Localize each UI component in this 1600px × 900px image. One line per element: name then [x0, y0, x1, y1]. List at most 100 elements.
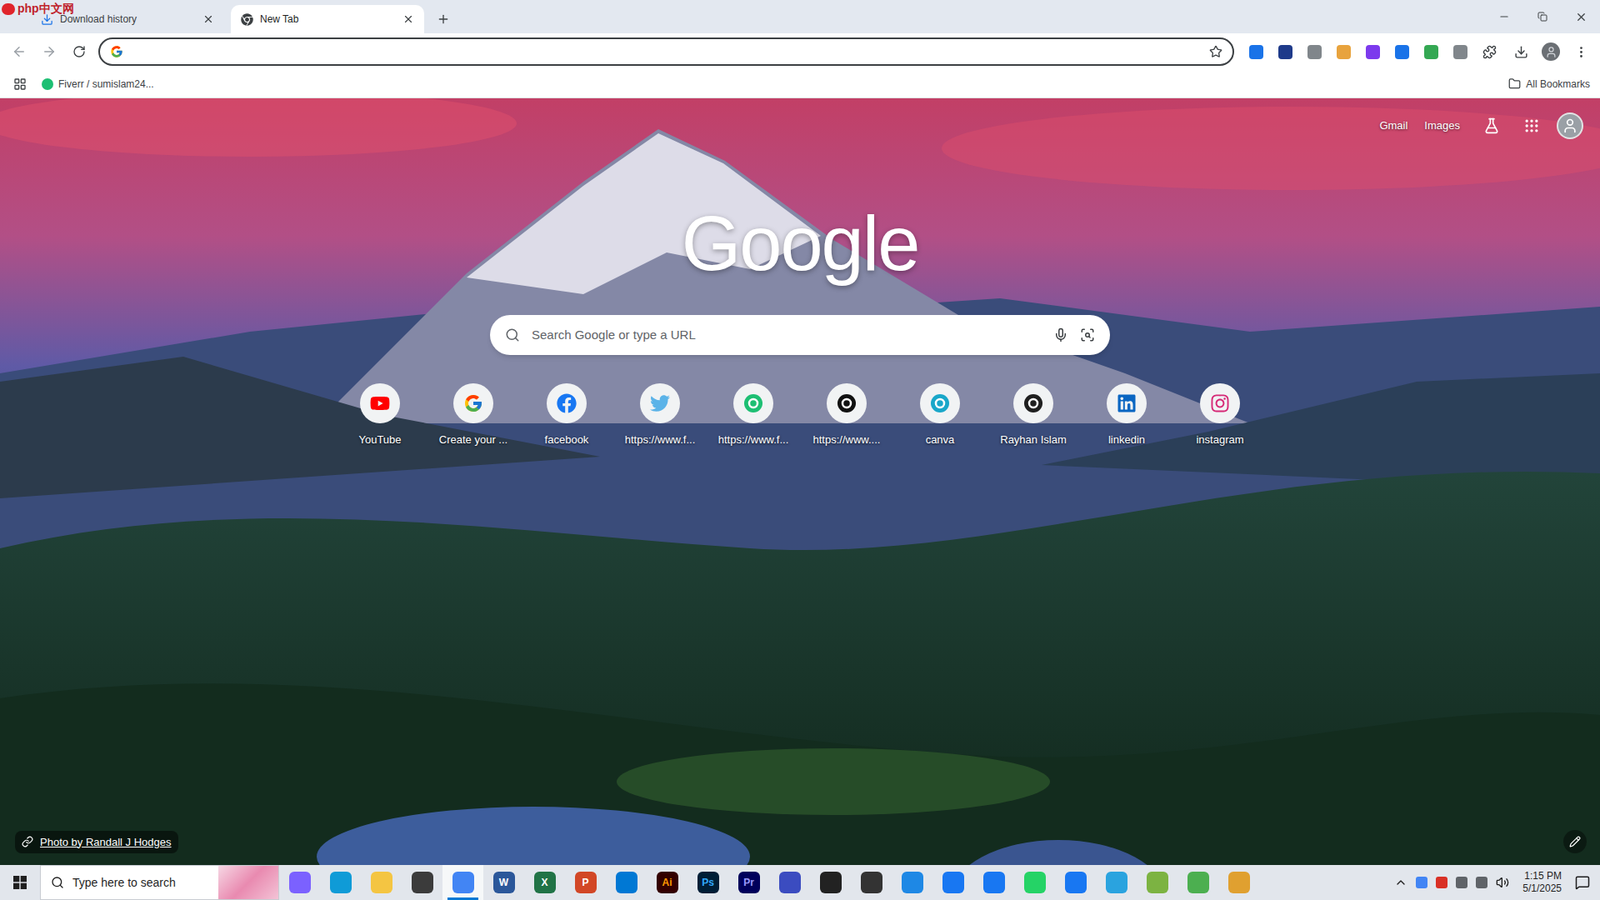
lens-icon[interactable]: [1080, 327, 1095, 343]
taskbar-app[interactable]: [605, 865, 647, 900]
restore-button[interactable]: [1523, 0, 1562, 34]
taskbar-app[interactable]: [401, 865, 443, 900]
running-indicator: [447, 897, 479, 900]
clock[interactable]: 1:15 PM5/1/2025: [1517, 870, 1567, 895]
forward-button[interactable]: [35, 37, 64, 66]
customize-button[interactable]: [1563, 830, 1587, 854]
microphone-icon[interactable]: [1053, 327, 1069, 343]
app-icon: [942, 871, 965, 894]
window-controls: [1485, 0, 1600, 34]
browser-tab[interactable]: New Tab: [230, 5, 425, 34]
tray-icon[interactable]: [1455, 876, 1468, 889]
taskbar-app[interactable]: [1014, 865, 1055, 900]
taskbar-app[interactable]: [973, 865, 1015, 900]
google-apps-icon[interactable]: [1523, 117, 1540, 135]
taskbar-app[interactable]: [1218, 865, 1260, 900]
taskbar-app[interactable]: [769, 865, 810, 900]
close-tab-icon[interactable]: [402, 13, 415, 25]
taskbar-app[interactable]: [442, 865, 484, 900]
labs-icon[interactable]: [1483, 117, 1500, 135]
taskbar-app[interactable]: [932, 865, 974, 900]
extension-icon[interactable]: [1249, 45, 1264, 60]
taskbar-app[interactable]: [279, 865, 320, 900]
volume-icon[interactable]: [1495, 875, 1510, 890]
search-box[interactable]: Search Google or type a URL: [490, 315, 1110, 355]
menu-button[interactable]: [1566, 37, 1595, 66]
shortcut-tile[interactable]: canva: [893, 383, 987, 449]
app-icon: [289, 871, 311, 894]
taskbar-app[interactable]: Pr: [728, 865, 770, 900]
back-arrow-icon: [11, 44, 27, 60]
extension-icon[interactable]: [1395, 45, 1410, 60]
minimize-button[interactable]: [1485, 0, 1524, 34]
taskbar-app[interactable]: [360, 865, 402, 900]
search-highlight-picture: [218, 865, 279, 900]
profile-button[interactable]: [1536, 37, 1565, 66]
taskbar-app[interactable]: [850, 865, 892, 900]
minimize-icon: [1498, 10, 1510, 23]
taskbar-app[interactable]: [1177, 865, 1219, 900]
new-tab-page: GmailImagesGoogleSearch Google or type a…: [0, 98, 1600, 865]
browser-tab[interactable]: Download history: [30, 5, 225, 34]
taskbar-app[interactable]: [1095, 865, 1137, 900]
app-icon: X: [534, 871, 556, 894]
header-link[interactable]: Images: [1424, 117, 1460, 135]
show-hidden-icons-icon[interactable]: [1394, 875, 1408, 890]
reload-icon: [72, 45, 86, 59]
extension-icon[interactable]: [1307, 45, 1322, 60]
taskbar-app[interactable]: W: [483, 865, 525, 900]
puzzle-icon[interactable]: [1482, 45, 1497, 60]
back-button[interactable]: [5, 37, 34, 66]
shortcut-tile[interactable]: instagram: [1173, 383, 1267, 449]
shortcut-tile[interactable]: Rayhan Islam: [986, 383, 1080, 449]
bookmark-item[interactable]: Fiverr / sumislam24...: [41, 76, 155, 92]
shortcut-tile[interactable]: Create your ...: [426, 383, 520, 449]
bookmark-star-icon[interactable]: [1209, 45, 1223, 59]
screen: Download historyNew Tab Fiverr / sumislam…: [0, 0, 1600, 900]
reload-button[interactable]: [65, 37, 94, 66]
tray-icon[interactable]: [1415, 876, 1428, 889]
close-button[interactable]: [1561, 0, 1600, 34]
taskbar-app[interactable]: [1055, 865, 1096, 900]
shortcut-tile[interactable]: https://www....: [800, 383, 894, 449]
link-icon: [21, 835, 34, 848]
shortcut-label: Create your ...: [439, 431, 508, 449]
taskbar-app[interactable]: Ai: [646, 865, 688, 900]
extension-icon[interactable]: [1424, 45, 1439, 60]
all-bookmarks[interactable]: All Bookmarks: [1508, 76, 1590, 92]
download-icon: [40, 13, 54, 26]
photo-credit[interactable]: Photo by Randall J Hodges: [15, 830, 179, 855]
avatar-icon: [1545, 45, 1558, 59]
apps-icon[interactable]: [13, 77, 27, 91]
extension-icon[interactable]: [1453, 45, 1468, 60]
app-icon: [452, 871, 475, 894]
new-tab-button[interactable]: [430, 5, 456, 34]
notifications-icon[interactable]: [1575, 875, 1590, 890]
extension-icon[interactable]: [1278, 45, 1293, 60]
taskbar: Type here to search WXP AiPsPr 1:15 PM5/1/2…: [0, 865, 1600, 900]
tray-icon[interactable]: [1475, 876, 1488, 889]
tray-icon[interactable]: [1435, 876, 1448, 889]
shortcut-tile[interactable]: facebook: [520, 383, 614, 449]
account-avatar[interactable]: [1556, 112, 1584, 140]
taskbar-app[interactable]: [810, 865, 851, 900]
downloads-button[interactable]: [1506, 37, 1535, 66]
shortcut-tile[interactable]: linkedin: [1080, 383, 1174, 449]
extension-icon[interactable]: [1336, 45, 1351, 60]
shortcut-tile[interactable]: https://www.f...: [613, 383, 707, 449]
taskbar-app[interactable]: [1136, 865, 1178, 900]
shortcut-tile[interactable]: YouTube: [333, 383, 427, 449]
taskbar-app[interactable]: X: [524, 865, 565, 900]
taskbar-app[interactable]: Ps: [687, 865, 729, 900]
shortcut-tile[interactable]: https://www.f...: [706, 383, 800, 449]
taskbar-app[interactable]: [320, 865, 361, 900]
close-tab-icon[interactable]: [202, 13, 215, 25]
start-button[interactable]: [0, 865, 40, 900]
taskbar-app[interactable]: [891, 865, 933, 900]
taskbar-app[interactable]: P: [565, 865, 606, 900]
header-link[interactable]: Gmail: [1379, 117, 1408, 135]
taskbar-search[interactable]: Type here to search: [40, 865, 280, 900]
extension-icon[interactable]: [1365, 45, 1380, 60]
app-icon: [983, 871, 1005, 894]
address-bar[interactable]: [98, 37, 1235, 66]
